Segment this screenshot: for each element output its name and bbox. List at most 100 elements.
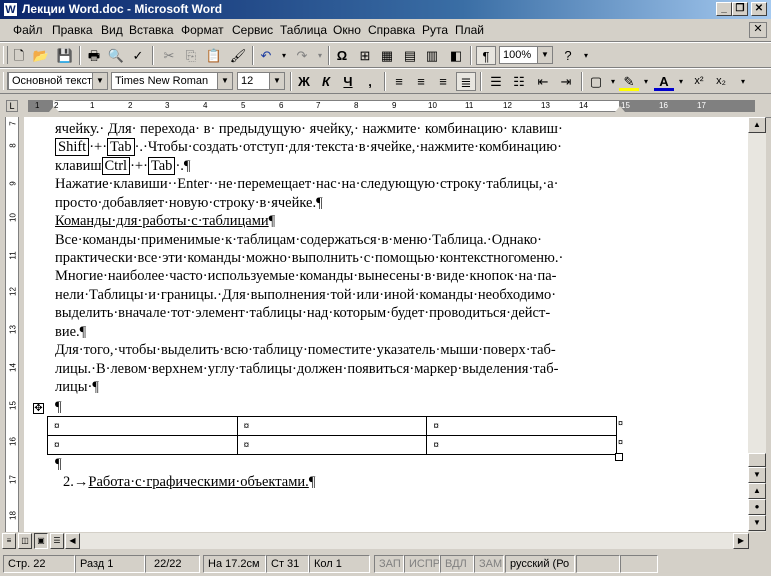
- normal-view-icon[interactable]: ≡: [2, 533, 16, 549]
- minimize-button[interactable]: _: [716, 2, 732, 16]
- show-formatting-pilcrow-icon[interactable]: ¶: [476, 46, 496, 65]
- vertical-ruler[interactable]: 7 8 9 10 11 12 13 14 15 16 17 18: [0, 117, 24, 532]
- scroll-up-icon[interactable]: ▲: [748, 117, 766, 133]
- print-layout-view-icon[interactable]: ▣: [34, 533, 48, 549]
- status-spelling-panel[interactable]: [576, 555, 620, 573]
- increase-indent-icon[interactable]: ⇥: [556, 72, 576, 91]
- menu-help[interactable]: Справка: [368, 23, 415, 37]
- bulleted-list-icon[interactable]: ☷: [509, 72, 529, 91]
- redo-icon[interactable]: ↷: [292, 46, 312, 65]
- status-column[interactable]: Кол 1: [309, 555, 370, 573]
- web-layout-view-icon[interactable]: ◫: [18, 533, 32, 549]
- copy-icon[interactable]: ⎘: [181, 46, 201, 65]
- align-left-icon[interactable]: ≡: [389, 72, 409, 91]
- insert-excel-icon[interactable]: ▤: [400, 46, 420, 65]
- scroll-down-icon[interactable]: ▼: [748, 467, 766, 483]
- chevron-down-icon[interactable]: ▼: [269, 73, 284, 89]
- text-line[interactable]: Shift ·+· Tab ·.·Чтобы·создать·отступ·для·т…: [55, 138, 645, 156]
- text-line[interactable]: Многие·наиболее·часто·используемые·коман…: [55, 267, 645, 285]
- table[interactable]: ¤ ¤ ¤ ¤ ¤ ¤: [47, 416, 617, 455]
- status-page[interactable]: Стр. 22: [3, 555, 75, 573]
- align-right-icon[interactable]: ≡: [433, 72, 453, 91]
- cut-icon[interactable]: ✂: [159, 46, 179, 65]
- table-cell[interactable]: ¤: [47, 435, 238, 455]
- text-line[interactable]: нели·Таблицы·и·границы.·Для·выполнения·т…: [55, 286, 645, 304]
- menu-edit[interactable]: Правка: [52, 23, 93, 37]
- help-assistant-icon[interactable]: ?: [558, 46, 578, 65]
- font-color-dropdown-icon[interactable]: ▾: [671, 72, 691, 91]
- text-line[interactable]: просто·добавляет·новую·строку·в·ячейке.¶: [55, 194, 645, 212]
- toolbar-options-icon[interactable]: ▾: [576, 46, 596, 65]
- save-disk-icon[interactable]: 💾: [55, 46, 75, 65]
- document-page[interactable]: ячейку.· Для· перехода· в· предыдущую· я…: [24, 117, 748, 532]
- italic-button[interactable]: К: [316, 72, 336, 91]
- insert-table-icon[interactable]: ▦: [377, 46, 397, 65]
- paste-icon[interactable]: 📋: [204, 46, 224, 65]
- format-painter-icon[interactable]: 🖌: [228, 46, 248, 65]
- superscript-icon[interactable]: x²: [689, 72, 709, 91]
- justify-icon[interactable]: ≣: [456, 72, 476, 91]
- chevron-down-icon[interactable]: ▼: [217, 73, 232, 89]
- text-line[interactable]: лицы·¶: [55, 378, 645, 396]
- status-section[interactable]: Разд 1: [75, 555, 145, 573]
- text-line[interactable]: клавиш Ctrl ·+· Tab ·.¶: [55, 157, 645, 175]
- chevron-down-icon[interactable]: ▼: [92, 73, 107, 89]
- status-line[interactable]: Ст 31: [266, 555, 309, 573]
- menu-window[interactable]: Окно: [333, 23, 361, 37]
- text-line[interactable]: ячейку.· Для· перехода· в· предыдущую· я…: [55, 120, 645, 138]
- text-line[interactable]: практически·все·эти·команды·можно·выполн…: [55, 249, 645, 267]
- menu-tools[interactable]: Сервис: [232, 23, 273, 37]
- numbered-list-icon[interactable]: ☰: [486, 72, 506, 91]
- redo-dropdown-icon[interactable]: ▾: [310, 46, 330, 65]
- font-size-combo[interactable]: 12 ▼: [237, 72, 285, 90]
- chevron-down-icon[interactable]: ▼: [537, 47, 552, 63]
- print-icon[interactable]: 🖶: [84, 46, 104, 65]
- undo-icon[interactable]: ↶: [256, 46, 276, 65]
- table-cell[interactable]: ¤: [426, 416, 617, 436]
- menu-plai[interactable]: Плай: [455, 23, 484, 37]
- text-line[interactable]: лицы.·В·левом·верхнем·углу·таблицы·долже…: [55, 360, 645, 378]
- document-close-icon[interactable]: ✕: [749, 22, 767, 38]
- menu-view[interactable]: Вид: [101, 23, 123, 37]
- right-indent-marker[interactable]: [615, 106, 625, 112]
- restore-button[interactable]: ❐: [732, 2, 748, 16]
- new-document-icon[interactable]: 🗋: [9, 46, 29, 65]
- text-line[interactable]: выделить·вначале·тот·элемент·таблицы·над…: [55, 304, 645, 322]
- spelling-icon[interactable]: ✓: [128, 46, 148, 65]
- word-app-icon[interactable]: W: [3, 2, 18, 17]
- symbol-omega-icon[interactable]: Ω: [332, 46, 352, 65]
- next-page-icon[interactable]: ▼: [748, 515, 766, 531]
- status-track-changes[interactable]: ИСПР: [404, 555, 440, 573]
- menu-format[interactable]: Формат: [181, 23, 224, 37]
- vertical-scrollbar[interactable]: ▲ ▼ ▲ ● ▼: [748, 117, 766, 532]
- zoom-combo[interactable]: 100% ▼: [499, 46, 553, 64]
- list-item[interactable]: 2.→Работа·с·графическими·объектами.¶: [63, 473, 653, 491]
- align-center-icon[interactable]: ≡: [411, 72, 431, 91]
- toolbar-grip[interactable]: [3, 46, 8, 64]
- tab-selector-icon[interactable]: L: [6, 100, 18, 112]
- table-cell[interactable]: ¤: [236, 435, 428, 455]
- menu-insert[interactable]: Вставка: [129, 23, 174, 37]
- status-position[interactable]: На 17.2см: [203, 555, 266, 573]
- comma-style-icon[interactable]: ,: [360, 72, 380, 91]
- ruler-strip[interactable]: 1 2 1 2 3 4 5 6 7 8 9 10 11 12 13 14 15 …: [28, 96, 755, 112]
- menu-table[interactable]: Таблица: [280, 23, 327, 37]
- outline-view-icon[interactable]: ☰: [50, 533, 64, 549]
- table-cell[interactable]: ¤: [236, 416, 428, 436]
- status-pages[interactable]: 22/22: [145, 555, 200, 573]
- bold-button[interactable]: Ж: [294, 72, 314, 91]
- undo-dropdown-icon[interactable]: ▾: [274, 46, 294, 65]
- text-line[interactable]: Нажатие·клавиши··Enter··не·перемещает·на…: [55, 175, 645, 193]
- table-cell[interactable]: ¤: [47, 416, 238, 436]
- scroll-left-icon[interactable]: ◀: [65, 533, 80, 549]
- section-heading[interactable]: Команды·для·работы·с·таблицами¶: [55, 212, 645, 230]
- text-line[interactable]: Все·команды·применимые·к·таблицам·содерж…: [55, 231, 645, 249]
- font-combo[interactable]: Times New Roman ▼: [111, 72, 233, 90]
- previous-page-icon[interactable]: ▲: [748, 483, 766, 499]
- status-extend-selection[interactable]: ВДЛ: [440, 555, 474, 573]
- print-preview-icon[interactable]: 🔍: [106, 46, 126, 65]
- decrease-indent-icon[interactable]: ⇤: [533, 72, 553, 91]
- underline-button[interactable]: Ч: [338, 72, 358, 91]
- scroll-right-icon[interactable]: ▶: [733, 533, 749, 549]
- table-move-handle-icon[interactable]: ✥: [33, 403, 44, 414]
